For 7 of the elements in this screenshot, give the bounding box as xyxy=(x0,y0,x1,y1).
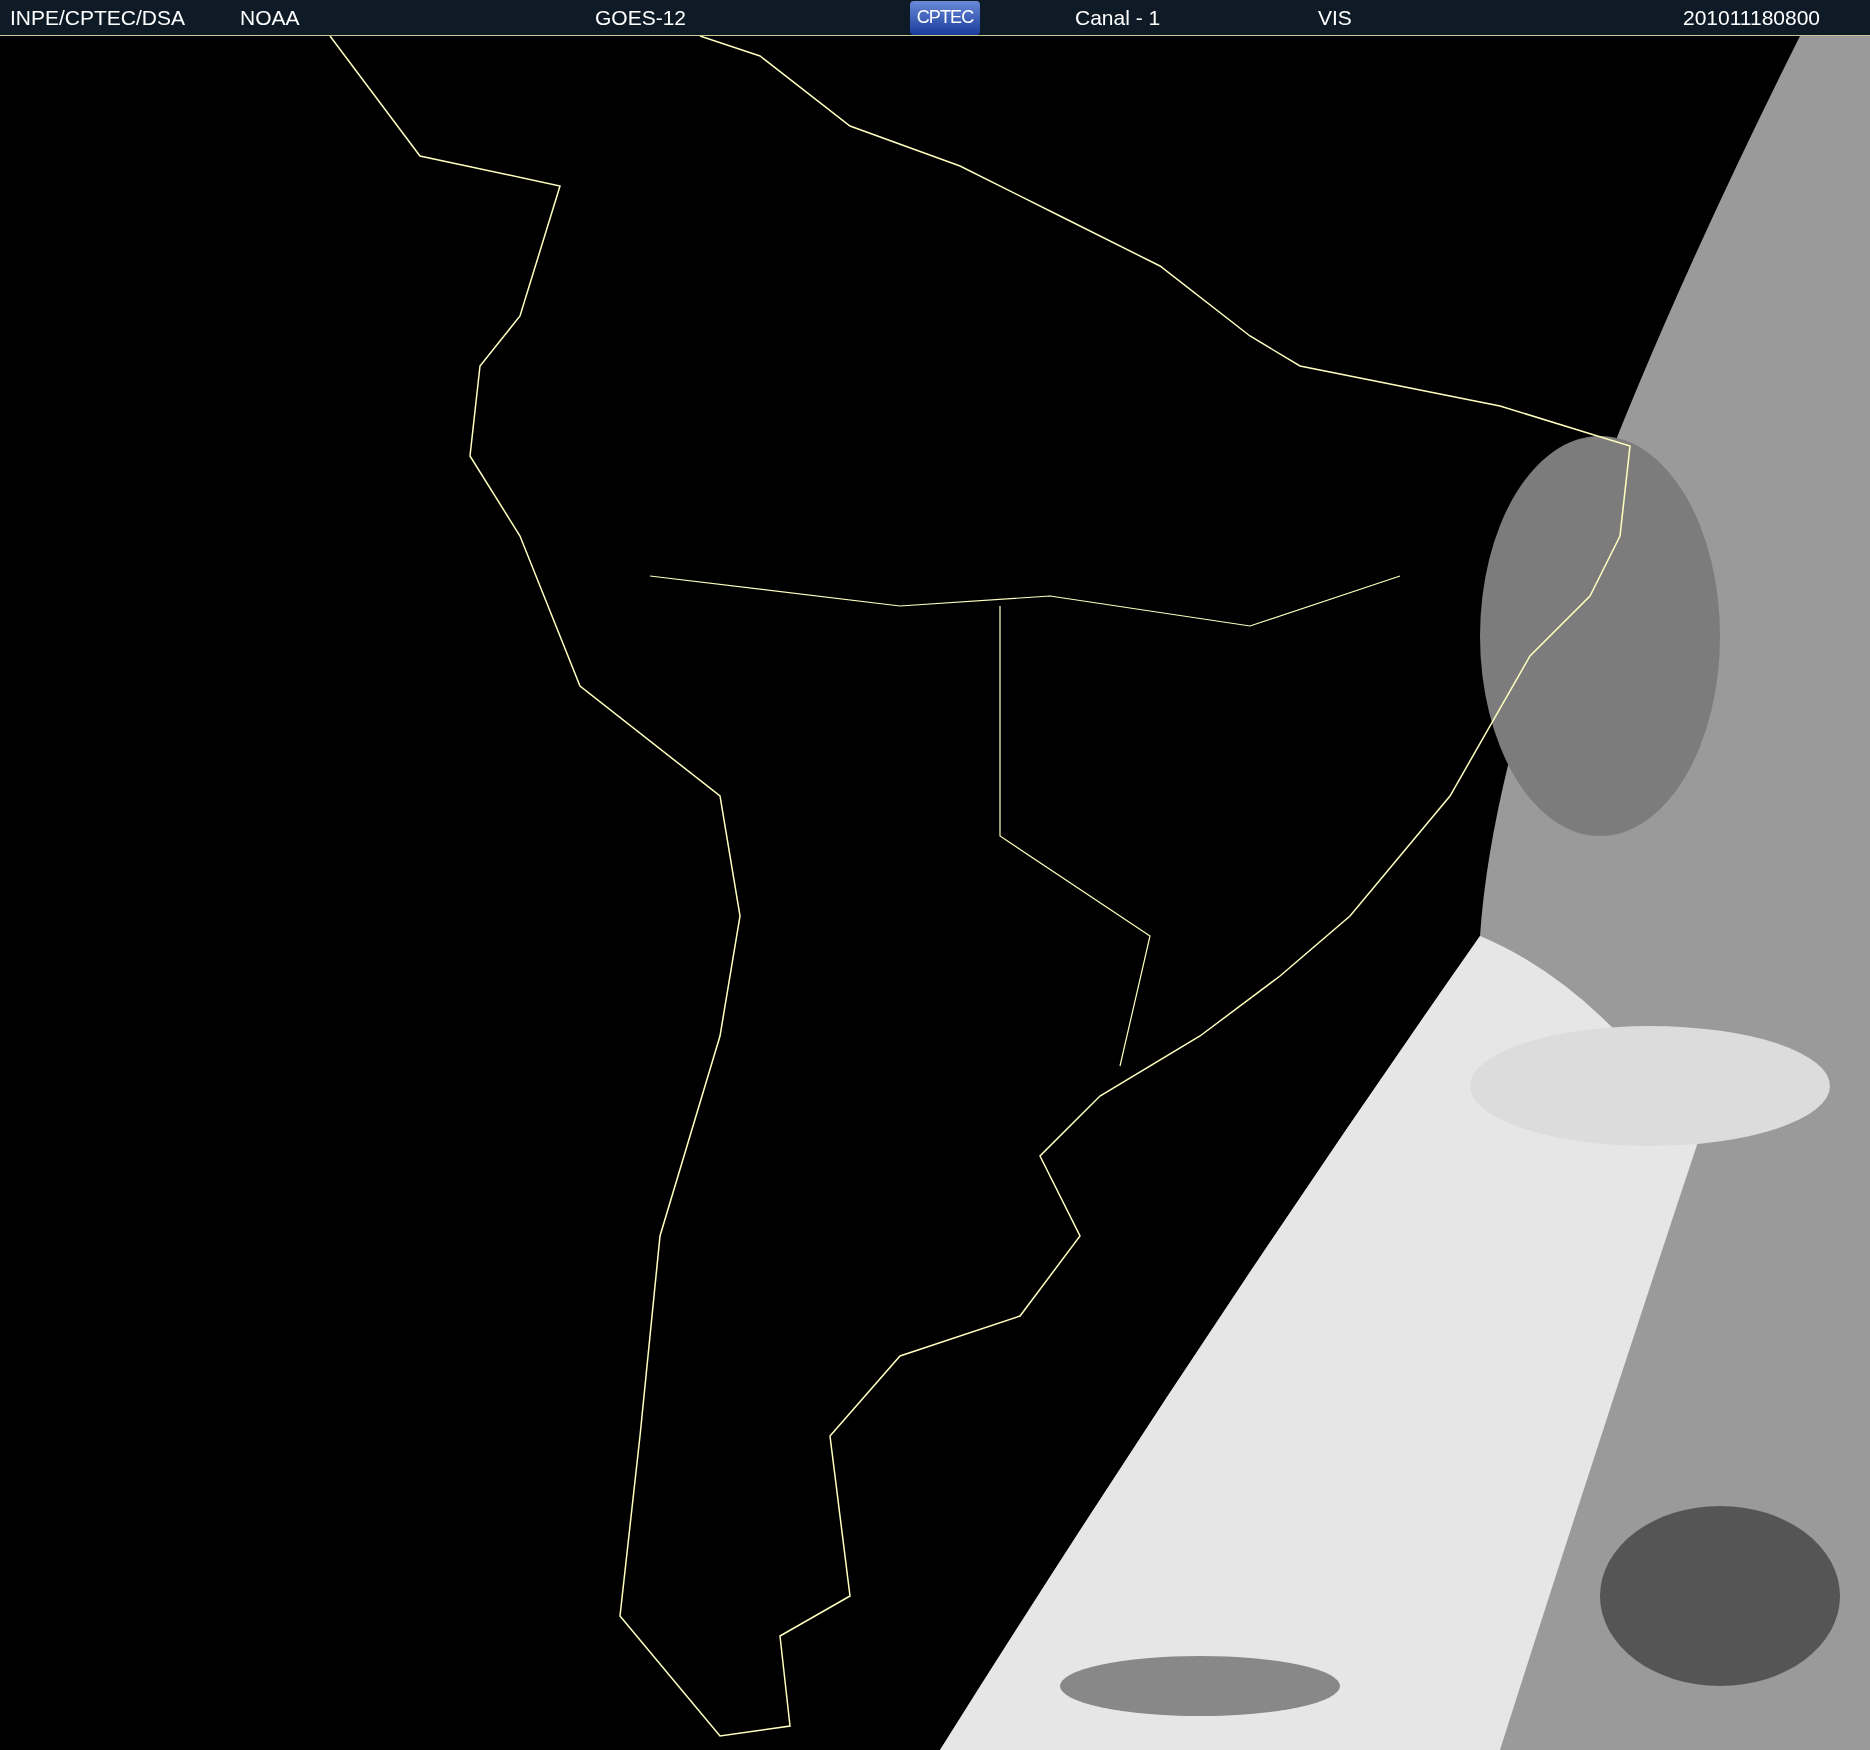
channel-label: Canal - 1 xyxy=(1075,4,1162,31)
timestamp-label: 201011180800 xyxy=(1683,4,1821,31)
band-label: VIS xyxy=(1318,4,1353,31)
logo-badge: CPTEC xyxy=(910,0,980,35)
agency-label: NOAA xyxy=(240,4,301,31)
satellite-label: GOES-12 xyxy=(595,4,688,31)
source-label: INPE/CPTEC/DSA xyxy=(10,4,187,31)
